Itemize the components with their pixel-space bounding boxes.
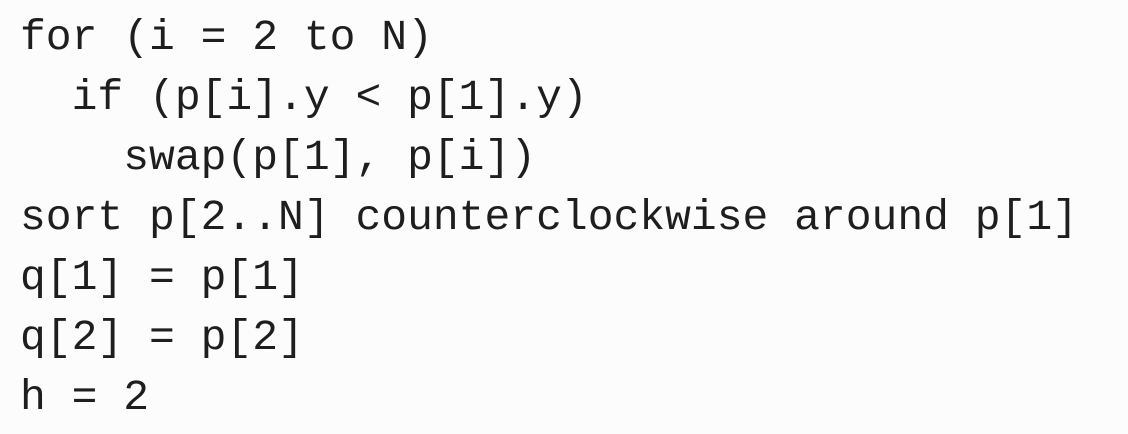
code-line-q2-assign: q[2] = p[2] <box>20 313 304 362</box>
code-line-h-assign: h = 2 <box>20 373 150 422</box>
pseudocode-block: for (i = 2 to N) if (p[i].y < p[1].y) sw… <box>20 8 1078 428</box>
code-line-if-condition: if (p[i].y < p[1].y) <box>20 73 588 122</box>
code-line-q1-assign: q[1] = p[1] <box>20 253 304 302</box>
code-line-sort: sort p[2..N] counterclockwise around p[1… <box>20 193 1078 242</box>
code-line-swap: swap(p[1], p[i]) <box>20 133 537 182</box>
code-line-for-loop: for (i = 2 to N) <box>20 13 433 62</box>
